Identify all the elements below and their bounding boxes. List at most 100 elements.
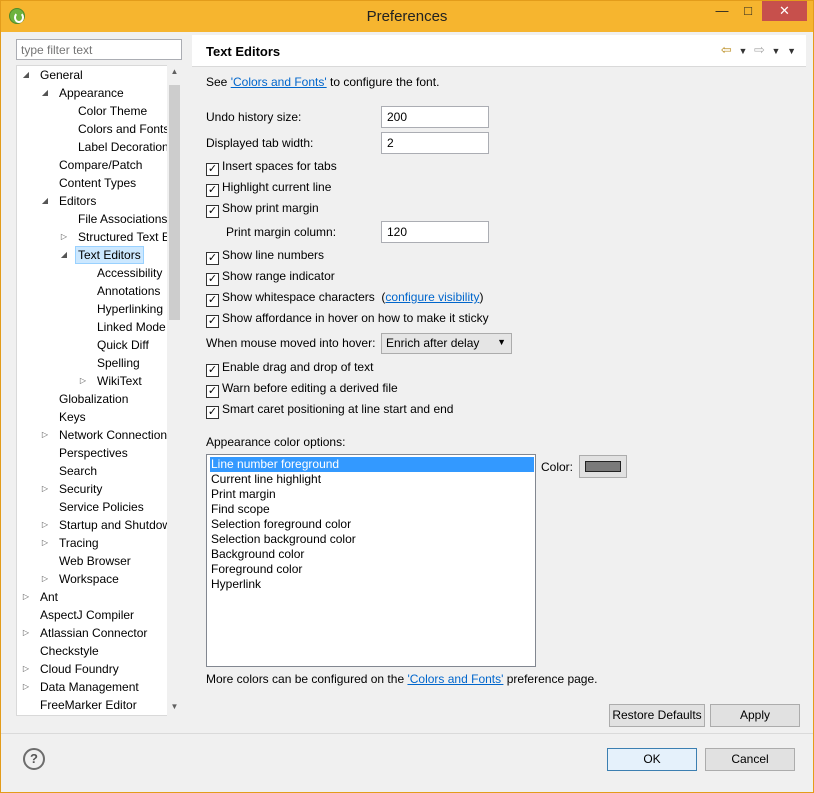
tree-scrollbar[interactable]: ▲ ▼ [167,65,182,716]
checkbox-checked-icon[interactable]: ✓ [206,385,219,398]
tree-item[interactable]: Checkstyle [17,642,181,660]
color-option-item[interactable]: Selection foreground color [210,517,352,532]
tree-item[interactable]: ▷Structured Text Editors [17,228,181,246]
tree-item[interactable]: Perspectives [17,444,181,462]
tree-item[interactable]: ▷ Tracing [17,534,181,552]
collapsed-arrow-icon[interactable]: ▷ [21,588,31,606]
tree-item[interactable]: ◢ Editors [17,192,181,210]
whitespace-checkbox[interactable]: ✓ Show whitespace characters (configure v… [206,288,483,307]
collapsed-arrow-icon[interactable]: ▷ [40,516,50,534]
tree-item[interactable]: File Associations [17,210,181,228]
tree-item[interactable]: Keys [17,408,181,426]
checkbox-checked-icon[interactable]: ✓ [206,315,219,328]
tree-item[interactable]: ▷ Data Management [17,678,181,696]
expanded-arrow-icon[interactable]: ◢ [21,66,31,84]
tree-item[interactable]: ▷ Network Connections [17,426,181,444]
insert-spaces-checkbox[interactable]: ✓ Insert spaces for tabs [206,157,337,176]
hover-behavior-select[interactable]: Enrich after delay ▼ [381,333,512,354]
line-numbers-checkbox[interactable]: ✓ Show line numbers [206,246,324,265]
color-option-item[interactable]: Selection background color [210,532,357,547]
tree-item[interactable]: Linked Mode [17,318,181,336]
colors-and-fonts-footer-link[interactable]: 'Colors and Fonts' [407,672,503,686]
tree-item[interactable]: Quick Diff [17,336,181,354]
scroll-thumb[interactable] [169,85,180,320]
ok-button[interactable]: OK [607,748,697,771]
back-history-dropdown-icon[interactable]: ▼ [738,46,747,56]
checkbox-checked-icon[interactable]: ✓ [206,364,219,377]
tree-item[interactable]: ▷ Cloud Foundry [17,660,181,678]
checkbox-checked-icon[interactable]: ✓ [206,205,219,218]
scroll-down-arrow-icon[interactable]: ▼ [167,702,182,711]
tree-item[interactable]: ◢ Appearance [17,84,181,102]
expanded-arrow-icon[interactable]: ◢ [59,246,69,264]
collapsed-arrow-icon[interactable]: ▷ [40,426,50,444]
tree-item[interactable]: ▷ Workspace [17,570,181,588]
forward-history-dropdown-icon[interactable]: ▼ [772,46,781,56]
tree-item[interactable]: ▷ WikiText [17,372,181,390]
highlight-line-checkbox[interactable]: ✓ Highlight current line [206,178,331,197]
maximize-button[interactable]: □ [735,1,761,21]
configure-visibility-link[interactable]: configure visibility [385,290,479,304]
scroll-up-arrow-icon[interactable]: ▲ [167,67,182,76]
tree-item[interactable]: Annotations [17,282,181,300]
tree-item[interactable]: Compare/Patch [17,156,181,174]
color-option-item[interactable]: Hyperlink [210,577,262,592]
colors-and-fonts-link[interactable]: 'Colors and Fonts' [231,75,327,89]
tab-width-input[interactable]: 2 [381,132,489,154]
collapsed-arrow-icon[interactable]: ▷ [21,624,31,642]
checkbox-checked-icon[interactable]: ✓ [206,294,219,307]
collapsed-arrow-icon[interactable]: ▷ [40,534,50,552]
tree-item[interactable]: ▷ Ant [17,588,181,606]
tree-item[interactable]: Content Types [17,174,181,192]
color-picker-button[interactable] [579,455,627,478]
cancel-button[interactable]: Cancel [705,748,795,771]
undo-history-input[interactable]: 200 [381,106,489,128]
tree-item[interactable]: ◢ General [17,66,181,84]
tree-item[interactable]: Web Browser [17,552,181,570]
checkbox-checked-icon[interactable]: ✓ [206,184,219,197]
smart-caret-checkbox[interactable]: ✓ Smart caret positioning at line start a… [206,400,453,419]
checkbox-checked-icon[interactable]: ✓ [206,273,219,286]
checkbox-checked-icon[interactable]: ✓ [206,163,219,176]
close-button[interactable]: ✕ [762,1,807,21]
tree-item[interactable]: FreeMarker Editor [17,696,181,714]
tree-item[interactable]: Search [17,462,181,480]
collapsed-arrow-icon[interactable]: ▷ [21,660,31,678]
affordance-checkbox[interactable]: ✓ Show affordance in hover on how to make… [206,309,489,328]
collapsed-arrow-icon[interactable]: ▷ [40,480,50,498]
color-option-item[interactable]: Find scope [210,502,271,517]
collapsed-arrow-icon[interactable]: ▷ [21,678,31,696]
tree-item[interactable]: Color Theme [17,102,181,120]
restore-defaults-button[interactable]: Restore Defaults [609,704,705,727]
collapsed-arrow-icon[interactable]: ▷ [78,372,88,390]
tree-item[interactable]: Globalization [17,390,181,408]
expanded-arrow-icon[interactable]: ◢ [40,84,50,102]
tree-item[interactable]: ▷ Security [17,480,181,498]
title-bar[interactable]: Preferences — □ ✕ [1,1,813,32]
tree-item[interactable]: ▷ Startup and Shutdown [17,516,181,534]
collapsed-arrow-icon[interactable]: ▷ [59,228,69,246]
drag-drop-checkbox[interactable]: ✓ Enable drag and drop of text [206,358,373,377]
tree-item[interactable]: Service Policies [17,498,181,516]
view-menu-icon[interactable]: ▼ [787,46,796,56]
tree-item[interactable]: Spelling [17,354,181,372]
help-icon[interactable]: ? [23,748,45,770]
tree-item[interactable]: Hyperlinking [17,300,181,318]
tree-item[interactable]: ▷ Atlassian Connector [17,624,181,642]
tree-item[interactable]: AspectJ Compiler [17,606,181,624]
apply-button[interactable]: Apply [710,704,800,727]
collapsed-arrow-icon[interactable]: ▷ [40,570,50,588]
color-option-item[interactable]: Print margin [210,487,277,502]
color-option-item[interactable]: Current line highlight [210,472,322,487]
tree-item[interactable]: Colors and Fonts [17,120,181,138]
checkbox-checked-icon[interactable]: ✓ [206,406,219,419]
expanded-arrow-icon[interactable]: ◢ [40,192,50,210]
appearance-color-list[interactable]: Line number foreground Current line highl… [206,454,536,667]
minimize-button[interactable]: — [709,1,735,21]
filter-input[interactable] [16,39,182,60]
color-option-item[interactable]: Line number foreground [210,457,534,472]
color-option-item[interactable]: Foreground color [210,562,303,577]
checkbox-checked-icon[interactable]: ✓ [206,252,219,265]
print-margin-column-input[interactable]: 120 [381,221,489,243]
range-indicator-checkbox[interactable]: ✓ Show range indicator [206,267,335,286]
